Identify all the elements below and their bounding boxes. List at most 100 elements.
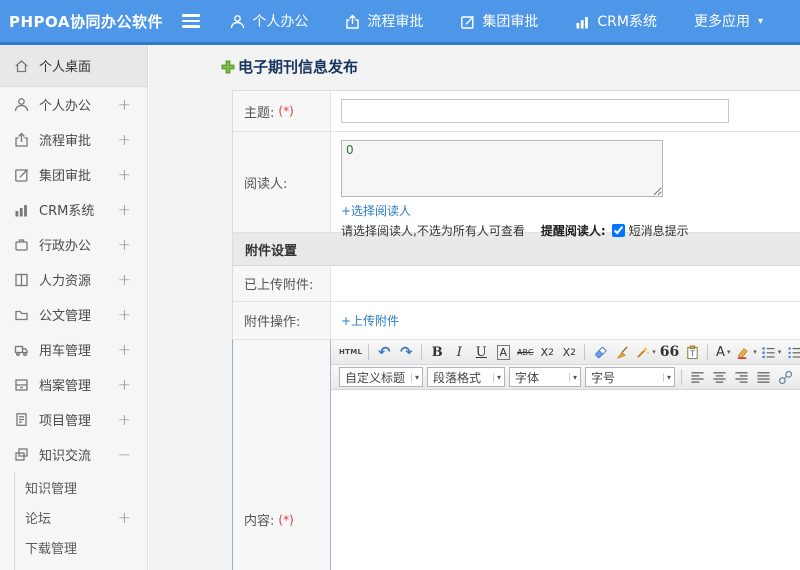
nav-personal-office[interactable]: 个人办公 xyxy=(230,11,308,31)
font-family-select[interactable]: 字体 ▾ xyxy=(509,367,581,387)
book-icon xyxy=(15,273,28,287)
svg-text:T: T xyxy=(689,349,695,358)
nav-label: 个人办公 xyxy=(252,14,309,30)
font-size-select[interactable]: 字号 ▾ xyxy=(585,367,675,387)
caret-down-icon: ▾ xyxy=(753,348,757,356)
sidebar-item-label: 流程审批 xyxy=(39,134,92,149)
sidebar-item-knowledge-exchange[interactable]: 知识交流 − xyxy=(0,437,147,472)
redo-button[interactable]: ↷ xyxy=(396,342,416,362)
subject-label: 主题: xyxy=(244,105,275,121)
magic-wand-icon xyxy=(637,346,650,358)
paragraph-select-value: 段落格式 xyxy=(433,370,482,385)
align-center-button[interactable] xyxy=(709,367,729,387)
caret-down-icon: ▾ xyxy=(726,348,731,356)
sidebar-item-group-approval[interactable]: 集团审批 + xyxy=(0,157,147,192)
highlight-color-button[interactable]: ▾ xyxy=(735,342,758,362)
expand-plus-icon: + xyxy=(117,507,131,527)
font-style-button[interactable]: A xyxy=(493,342,513,362)
eraser-button[interactable] xyxy=(590,342,610,362)
font-color-glyph: A xyxy=(716,344,725,360)
caret-down-icon: ▾ xyxy=(410,372,419,382)
sidebar-item-project-mgmt[interactable]: 项目管理 + xyxy=(0,402,147,437)
nav-more-apps[interactable]: 更多应用 ▾ xyxy=(694,11,763,31)
uploaded-label-cell: 已上传附件: xyxy=(233,266,331,301)
expand-plus-icon: + xyxy=(117,235,131,254)
uploaded-value-cell xyxy=(331,266,800,301)
sidebar-item-label: 用车管理 xyxy=(39,344,92,359)
caret-down-icon: ▾ xyxy=(757,15,763,27)
sidebar-item-label: 档案管理 xyxy=(39,379,92,394)
format-brush-button[interactable] xyxy=(612,342,632,362)
collapse-minus-icon: − xyxy=(117,445,131,464)
page-title-text: 电子期刊信息发布 xyxy=(238,58,359,76)
uploaded-label: 已上传附件: xyxy=(244,278,314,293)
sidebar-subitem-knowledge-mgmt[interactable]: 知识管理 xyxy=(15,472,147,502)
heading-select[interactable]: 自定义标题 ▾ xyxy=(339,367,423,387)
nav-group-approval[interactable]: 集团审批 xyxy=(460,11,538,31)
readers-textarea[interactable]: 0 xyxy=(341,140,663,197)
font-color-button[interactable]: A ▾ xyxy=(713,342,733,362)
attachop-label: 附件操作: xyxy=(244,315,301,330)
readers-label-cell: 阅读人: xyxy=(233,132,331,232)
sidebar-item-personal-office[interactable]: 个人办公 + xyxy=(0,87,147,122)
paste-icon: T xyxy=(687,345,698,359)
sidebar-item-vehicle-mgmt[interactable]: 用车管理 + xyxy=(0,332,147,367)
align-justify-button[interactable] xyxy=(753,367,773,387)
editor-content-area[interactable] xyxy=(331,390,800,570)
sms-notify-checkbox[interactable] xyxy=(611,224,625,237)
align-left-button[interactable] xyxy=(687,367,707,387)
knowledge-submenu: 知识管理 论坛 + 下载管理 公共文件柜 xyxy=(14,472,147,570)
paste-text-button[interactable]: T xyxy=(682,342,702,362)
subject-input[interactable] xyxy=(341,99,729,123)
subject-label-cell: 主题: (*) xyxy=(233,91,331,131)
expand-plus-icon: + xyxy=(117,165,131,184)
insert-link-button[interactable] xyxy=(775,367,795,387)
readers-hint-text: 请选择阅读人,不选为所有人可查看 xyxy=(341,224,525,238)
sidebar-item-workflow-approval[interactable]: 流程审批 + xyxy=(0,122,147,157)
sidebar-subitem-public-cabinet[interactable]: 公共文件柜 xyxy=(15,562,147,570)
upload-attachment-link[interactable]: +上传附件 xyxy=(341,312,399,329)
sidebar-item-admin-office[interactable]: 行政办公 + xyxy=(0,227,147,262)
unordered-list-button[interactable] xyxy=(784,342,800,362)
bold-button[interactable]: B xyxy=(427,342,447,362)
sidebar-subitem-download-mgmt[interactable]: 下载管理 xyxy=(15,532,147,562)
sidebar-subitem-forum[interactable]: 论坛 + xyxy=(15,502,147,532)
expand-plus-icon: + xyxy=(117,130,131,149)
nav-workflow-approval[interactable]: 流程审批 xyxy=(345,11,423,31)
underline-button[interactable]: U xyxy=(471,342,491,362)
html-source-button[interactable]: HTML xyxy=(338,342,363,362)
strikethrough-button[interactable]: ABC xyxy=(515,342,535,362)
select-readers-link[interactable]: +选择阅读人 xyxy=(341,202,411,219)
green-plus-icon xyxy=(221,60,235,73)
nav-label: CRM系统 xyxy=(597,14,657,30)
align-right-button[interactable] xyxy=(731,367,751,387)
caret-down-icon: ▾ xyxy=(777,348,782,356)
subscript-exp: 2 xyxy=(570,346,576,358)
paragraph-format-select[interactable]: 段落格式 ▾ xyxy=(427,367,505,387)
page-title: 电子期刊信息发布 xyxy=(221,56,358,77)
document-icon xyxy=(16,413,27,426)
sidebar-subitem-label: 下载管理 xyxy=(25,541,78,557)
sidebar-item-document-mgmt[interactable]: 公文管理 + xyxy=(0,297,147,332)
nav-crm-system[interactable]: CRM系统 xyxy=(575,11,657,31)
sidebar-item-label: CRM系统 xyxy=(39,204,95,219)
sidebar-item-hr[interactable]: 人力资源 + xyxy=(0,262,147,297)
undo-button[interactable]: ↶ xyxy=(374,342,394,362)
uploaded-attachments-row: 已上传附件: xyxy=(232,266,800,302)
readers-label: 阅读人: xyxy=(244,176,288,192)
subscript-button[interactable]: X2 xyxy=(559,342,579,362)
sidebar-item-crm[interactable]: CRM系统 + xyxy=(0,192,147,227)
align-center-icon xyxy=(712,371,726,383)
sidebar-subitem-label: 知识管理 xyxy=(25,481,78,497)
blockquote-button[interactable]: 66 xyxy=(659,342,680,362)
sidebar-item-personal-desktop[interactable]: 个人桌面 xyxy=(0,45,147,87)
broom-icon xyxy=(616,345,628,359)
ordered-list-button[interactable]: ▾ xyxy=(760,342,783,362)
size-select-value: 字号 xyxy=(591,370,616,385)
auto-format-button[interactable]: ▾ xyxy=(634,342,657,362)
superscript-button[interactable]: X2 xyxy=(537,342,557,362)
hamburger-menu-icon[interactable] xyxy=(182,14,201,28)
italic-button[interactable]: I xyxy=(449,342,469,362)
workflow-icon xyxy=(15,132,28,147)
sidebar-item-archive-mgmt[interactable]: 档案管理 + xyxy=(0,367,147,402)
